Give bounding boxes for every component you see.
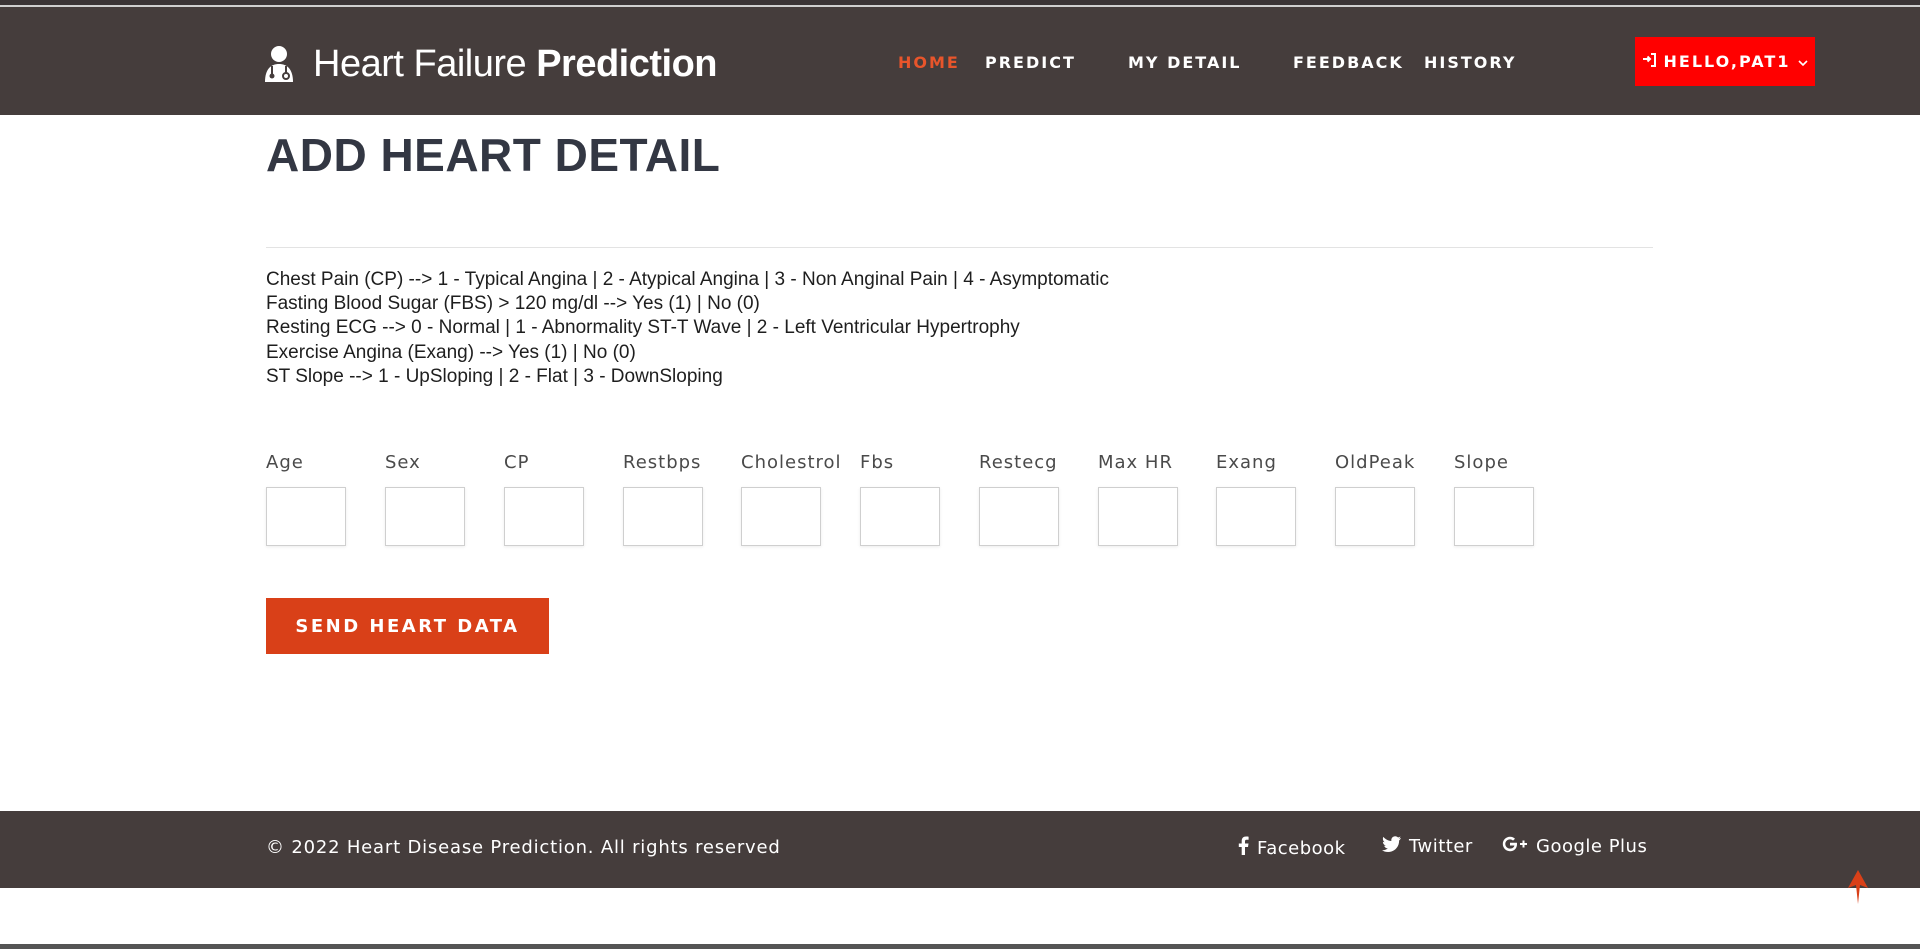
legend-line-cp: Chest Pain (CP) --> 1 - Typical Angina |…: [266, 269, 1109, 290]
google-plus-link[interactable]: Google Plus: [1502, 836, 1647, 857]
facebook-label: Facebook: [1257, 837, 1346, 859]
field-legend: Chest Pain (CP) --> 1 - Typical Angina |…: [266, 268, 1109, 389]
slope-label: Slope: [1454, 452, 1509, 473]
restecg-label: Restecg: [979, 452, 1058, 473]
legend-line-restecg: Resting ECG --> 0 - Normal | 1 - Abnorma…: [266, 317, 1020, 339]
max-hr-input[interactable]: [1098, 487, 1178, 546]
slope-input[interactable]: [1454, 487, 1534, 546]
google-plus-label: Google Plus: [1536, 836, 1648, 857]
exang-label: Exang: [1216, 452, 1277, 473]
cp-input[interactable]: [504, 487, 584, 546]
age-label: Age: [266, 452, 304, 473]
twitter-label: Twitter: [1409, 836, 1473, 857]
sex-input[interactable]: [385, 487, 465, 546]
send-heart-data-button[interactable]: SEND HEART DATA: [266, 598, 549, 654]
nav-feedback[interactable]: FEEDBACK: [1293, 53, 1404, 72]
fbs-input[interactable]: [860, 487, 940, 546]
nav-home[interactable]: HOME: [898, 53, 960, 72]
oldpeak-label: OldPeak: [1335, 452, 1416, 473]
google-plus-icon: [1502, 836, 1528, 857]
oldpeak-input[interactable]: [1335, 487, 1415, 546]
footer: © 2022 Heart Disease Prediction. All rig…: [0, 811, 1920, 888]
cholestrol-label: Cholestrol: [741, 452, 842, 473]
restecg-input[interactable]: [979, 487, 1059, 546]
main-nav: HOME PREDICT MY DETAIL FEEDBACK HISTORY: [0, 53, 1920, 83]
restbps-input[interactable]: [623, 487, 703, 546]
legend-line-slope: ST Slope --> 1 - UpSloping | 2 - Flat | …: [266, 365, 723, 387]
scroll-to-top-button[interactable]: [1846, 868, 1870, 906]
navbar: Heart Failure Prediction HOME PREDICT MY…: [0, 7, 1920, 115]
facebook-icon: [1238, 836, 1249, 860]
nav-predict[interactable]: PREDICT: [985, 53, 1076, 72]
login-icon: [1642, 52, 1656, 71]
cp-label: CP: [504, 452, 530, 473]
arrow-up-icon: [1846, 870, 1870, 910]
user-menu-label: HELLO,PAT1: [1663, 52, 1791, 71]
nav-my-detail[interactable]: MY DETAIL: [1128, 53, 1242, 72]
facebook-link[interactable]: Facebook: [1238, 836, 1346, 860]
sex-label: Sex: [385, 452, 421, 473]
page-title: ADD HEART DETAIL: [266, 129, 721, 181]
nav-history[interactable]: HISTORY: [1424, 53, 1516, 72]
age-input[interactable]: [266, 487, 346, 546]
exang-input[interactable]: [1216, 487, 1296, 546]
twitter-icon: [1382, 836, 1401, 857]
copyright-text: © 2022 Heart Disease Prediction. All rig…: [266, 837, 781, 858]
max-hr-label: Max HR: [1098, 452, 1173, 473]
chevron-down-icon: [1798, 52, 1809, 71]
restbps-label: Restbps: [623, 452, 702, 473]
legend-line-exang: Exercise Angina (Exang) --> Yes (1) | No…: [266, 341, 636, 363]
fbs-label: Fbs: [860, 452, 895, 473]
divider: [266, 247, 1653, 248]
cholestrol-input[interactable]: [741, 487, 821, 546]
bottom-strip: [0, 944, 1920, 949]
legend-line-fbs: Fasting Blood Sugar (FBS) > 120 mg/dl --…: [266, 293, 760, 315]
twitter-link[interactable]: Twitter: [1382, 836, 1473, 857]
user-menu-button[interactable]: HELLO,PAT1: [1635, 37, 1815, 86]
